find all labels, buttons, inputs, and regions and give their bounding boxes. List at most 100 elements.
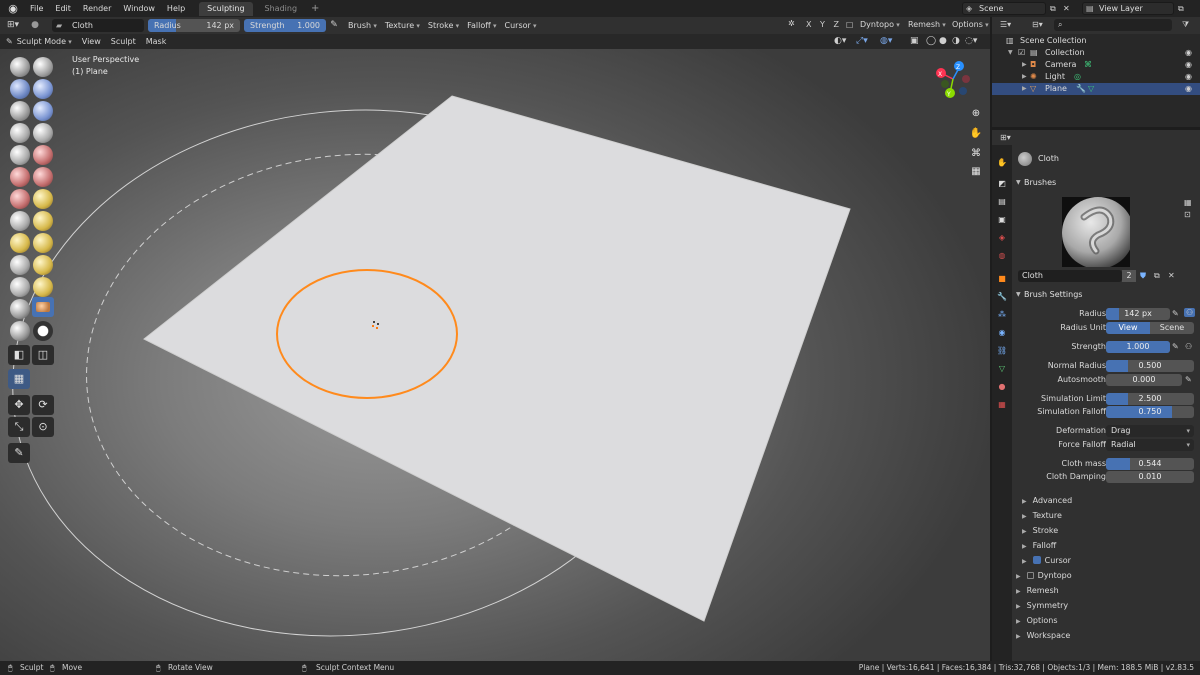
tab-data-icon[interactable]: ▽ (996, 363, 1008, 375)
panel-brush-settings-header[interactable]: ▼ Brush Settings (1012, 287, 1200, 302)
tab-particles-icon[interactable]: ⁂ (996, 309, 1008, 321)
camera-visibility-icon[interactable]: ◉ (1185, 59, 1192, 71)
symmetry-axes[interactable]: X Y Z (806, 20, 842, 29)
tab-world-icon[interactable]: ◍ (996, 250, 1008, 262)
tab-tool-icon[interactable]: ✋ (996, 157, 1008, 169)
3d-viewport[interactable]: X Z Y User Perspective (1) Plane ⊕ ✋ ⌘ ▦ (0, 49, 990, 661)
panel-remesh[interactable]: ▶ Remesh (1016, 586, 1059, 595)
cloth-mass-slider[interactable]: 0.544 (1106, 458, 1194, 470)
navigation-gizmo[interactable] (936, 61, 970, 98)
brush-image-icon[interactable]: ⊡ (1184, 210, 1191, 219)
tool-box-hide-icon[interactable]: ◫ (32, 345, 54, 365)
tab-constraints-icon[interactable]: ⛓ (996, 345, 1008, 357)
tool-pose-icon[interactable] (10, 255, 30, 275)
brush-user-count[interactable]: 2 (1122, 270, 1136, 282)
cursor-menu[interactable]: Cursor (505, 21, 537, 30)
panel-workspace[interactable]: ▶ Workspace (1016, 631, 1070, 640)
gizmo-toggle-icon[interactable]: ⤢▾ (856, 34, 868, 49)
tab-output-icon[interactable]: ▤ (996, 196, 1008, 208)
subpanel-advanced[interactable]: ▶ Advanced (1022, 496, 1072, 505)
tab-material-icon[interactable]: ● (996, 381, 1008, 393)
radius-unit-scene-button[interactable]: Scene (1150, 322, 1194, 334)
tab-texture-icon[interactable]: ▦ (996, 399, 1008, 411)
panel-dyntopo[interactable]: ▶ Dyntopo (1016, 571, 1072, 580)
visibility-icon[interactable]: ◐▾ (834, 34, 846, 49)
tab-physics-icon[interactable]: ◉ (996, 327, 1008, 339)
tool-move-icon[interactable]: ✥ (8, 395, 30, 415)
pressure-pen-icon[interactable]: ✎ (328, 19, 340, 32)
shading-solid-icon[interactable]: ● (939, 34, 947, 49)
tab-shading[interactable]: Shading (257, 2, 306, 16)
menu-edit[interactable]: Edit (49, 0, 77, 17)
symmetry-icon[interactable]: ✲ (788, 19, 795, 28)
brush-browse-icon[interactable]: ▦ (1184, 198, 1192, 207)
remesh-menu[interactable]: Remesh (908, 20, 946, 29)
strength-slider[interactable]: 1.000 (1106, 341, 1170, 353)
new-view-layer-icon[interactable]: ⧉ (1178, 4, 1184, 14)
cursor-checkbox[interactable] (1032, 556, 1041, 564)
stroke-menu[interactable]: Stroke (428, 21, 459, 30)
menu-file[interactable]: File (24, 0, 49, 17)
falloff-menu[interactable]: Falloff (467, 21, 496, 30)
tool-transform-rotate-icon[interactable]: ⟳ (32, 395, 54, 415)
shading-material-icon[interactable]: ◑ (952, 34, 960, 49)
tool-simplify-icon[interactable] (10, 321, 30, 341)
tab-modifier-icon[interactable]: 🔧 (996, 291, 1008, 303)
tool-crease-icon[interactable] (33, 123, 53, 143)
tool-cloth-icon[interactable] (32, 297, 54, 317)
dyntopo-checkbox[interactable] (1026, 572, 1034, 579)
subpanel-cursor[interactable]: ▶ Cursor (1022, 556, 1071, 565)
tool-mask-icon[interactable] (33, 321, 53, 341)
normal-radius-slider[interactable]: 0.500 (1106, 360, 1194, 372)
autosmooth-pressure-icon[interactable]: ✎ (1185, 375, 1192, 384)
tool-fill-icon[interactable] (10, 167, 30, 187)
cloth-damping-slider[interactable]: 0.010 (1106, 471, 1194, 483)
orthographic-toggle-icon[interactable]: ▦ (968, 164, 984, 180)
tool-box-mask-icon[interactable]: ◧ (8, 345, 30, 365)
xray-toggle-icon[interactable]: ▣ (910, 34, 919, 49)
tab-view-layer-icon[interactable]: ▣ (996, 214, 1008, 226)
duplicate-brush-icon[interactable]: ⧉ (1154, 271, 1160, 281)
options-menu[interactable]: Options (952, 20, 989, 29)
panel-brushes-header[interactable]: ▼ Brushes (1012, 175, 1200, 190)
tool-slide-relax-icon[interactable] (33, 277, 53, 297)
mode-selector[interactable]: Sculpt Mode (17, 37, 72, 46)
subpanel-falloff[interactable]: ▶ Falloff (1022, 541, 1056, 550)
radius-pressure-icon[interactable]: ✎ (1172, 309, 1179, 318)
outliner-item-light[interactable]: ▶ ✺ Light ◎ ◉ (992, 71, 1200, 83)
blender-logo-icon[interactable]: ◉ (6, 2, 20, 16)
tool-layer-icon[interactable] (10, 101, 30, 121)
outliner-funnel-icon[interactable]: ⧩ (1182, 20, 1189, 30)
brush-menu[interactable]: Brush (348, 21, 377, 30)
tool-annotate-icon[interactable]: ✎ (8, 443, 30, 463)
strength-pressure-icon[interactable]: ✎ (1172, 342, 1179, 351)
tool-blob-icon[interactable] (10, 123, 30, 143)
menu-window[interactable]: Window (117, 0, 161, 17)
menu-help[interactable]: Help (161, 0, 191, 17)
brush-preview-icon[interactable]: ● (26, 19, 44, 32)
tool-flatten-icon[interactable] (33, 145, 53, 165)
brush-preview-thumbnail[interactable] (1062, 197, 1130, 267)
simulation-limit-slider[interactable]: 2.500 (1106, 393, 1194, 405)
tab-scene-icon[interactable]: ◈ (996, 232, 1008, 244)
strength-unified-icon[interactable]: ⚇ (1185, 342, 1192, 351)
outliner-collection[interactable]: ▼ ☑ ▤ Collection ◉ (992, 47, 1200, 59)
autosmooth-slider[interactable]: 0.000 (1106, 374, 1182, 386)
tool-clay-icon[interactable] (10, 79, 30, 99)
view-layer-selector[interactable]: ▤ View Layer (1082, 2, 1174, 15)
tool-snake-hook-icon[interactable] (10, 233, 30, 253)
view-menu[interactable]: View (82, 37, 101, 46)
properties-editor-icon[interactable]: ⊞▾ (1000, 133, 1011, 142)
collection-visibility-icon[interactable]: ◉ (1185, 47, 1192, 59)
editor-type-icon[interactable]: ⊞▾ (4, 19, 22, 32)
outliner-item-plane[interactable]: ▶ ▽ Plane 🔧 ▽ ◉ (992, 83, 1200, 95)
tool-boundary-icon[interactable] (10, 299, 30, 319)
new-scene-icon[interactable]: ⧉ (1050, 4, 1056, 14)
tool-draw-sharp-icon[interactable] (33, 57, 53, 77)
header-radius-slider[interactable]: Radius 142 px (148, 19, 240, 32)
outliner-filter-icon[interactable]: ⊟▾ (1032, 20, 1043, 29)
unlink-brush-icon[interactable]: ✕ (1168, 271, 1175, 280)
outliner-item-camera[interactable]: ▶ ◘ Camera ⌘ ◉ (992, 59, 1200, 71)
tool-grab-icon[interactable] (10, 211, 30, 231)
add-workspace-button[interactable]: + (311, 3, 319, 14)
